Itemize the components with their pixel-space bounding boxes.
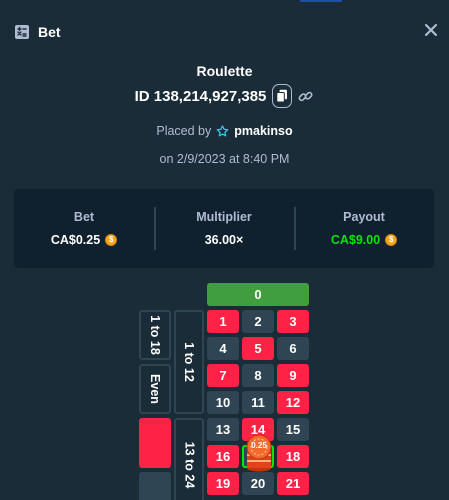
number-cell-11[interactable]: 11 [242,391,274,414]
number-cell-20[interactable]: 20 [242,472,274,495]
stat-payout: Payout CA$9.00 $ [294,189,434,268]
dozen-bet-13-to-24[interactable]: 13 to 24 [174,418,204,500]
number-cell-12[interactable]: 12 [277,391,309,414]
placed-by-label: Placed by [156,124,212,138]
number-cell-21[interactable]: 21 [277,472,309,495]
bet-amount: CA$0.25 $ [50,233,118,247]
modal-header: Bet [14,22,61,42]
number-cell-5[interactable]: 5 [242,337,274,360]
bet-amount-text: CA$0.25 [50,233,101,247]
number-cell-16[interactable]: 16 [207,445,239,468]
star-badge-icon [216,124,229,137]
bet-id: ID 138,214,927,385 [134,87,267,105]
modal-title: Bet [38,24,61,40]
copy-button[interactable] [272,84,293,108]
multiplier-label: Multiplier [196,210,252,224]
outside-bet-black[interactable] [139,472,171,500]
bet-date: on 2/9/2023 at 8:40 PM [159,152,290,166]
number-cell-6[interactable]: 6 [277,337,309,360]
number-cell-8[interactable]: 8 [242,364,274,387]
bet-label: Bet [73,210,95,224]
copy-icon [276,89,288,103]
top-accent-line [300,0,342,2]
currency-coin-icon: $ [105,234,118,246]
number-cell-0[interactable]: 0 [207,283,309,306]
number-cell-7[interactable]: 7 [207,364,239,387]
link-icon [298,91,313,101]
chip-value: 0.25 [251,441,267,450]
number-cell-15[interactable]: 15 [277,418,309,441]
dozen-bet-1-to-12[interactable]: 1 to 12 [174,310,204,414]
number-cell-1[interactable]: 1 [207,310,239,333]
placed-by-row: Placed by pmakinso [0,124,449,138]
share-link-button[interactable] [296,87,314,105]
dozen-bet-label: 1 to 12 [182,342,197,382]
bet-stats-panel: Bet CA$0.25 $ Multiplier 36.00× Payout C… [14,189,434,268]
number-cell-4[interactable]: 4 [207,337,239,360]
number-cell-3[interactable]: 3 [277,310,309,333]
username-link[interactable]: pmakinso [234,124,292,138]
number-cell-19[interactable]: 19 [207,472,239,495]
number-cell-13[interactable]: 13 [207,418,239,441]
outside-bet-label: 1 to 18 [148,315,163,355]
close-icon[interactable] [423,22,439,38]
outside-bet-label: Even [148,374,163,404]
number-cell-9[interactable]: 9 [277,364,309,387]
payout-amount: CA$9.00 $ [330,233,398,247]
currency-coin-icon: $ [385,234,398,246]
number-cell-2[interactable]: 2 [242,310,274,333]
payout-amount-text: CA$9.00 [330,233,381,247]
number-cell-10[interactable]: 10 [207,391,239,414]
stat-bet: Bet CA$0.25 $ [14,189,154,268]
dozen-bet-label: 13 to 24 [182,441,196,489]
outside-bet-1-to-18[interactable]: 1 to 18 [139,310,171,360]
stat-multiplier: Multiplier 36.00× [154,189,294,268]
bet-id-row: ID 138,214,927,385 [0,84,449,108]
number-cell-18[interactable]: 18 [277,445,309,468]
game-name: Roulette [196,63,253,79]
multiplier-value: 36.00× [204,233,244,247]
outside-bet-even[interactable]: Even [139,364,171,414]
outside-bet-red[interactable] [139,418,171,468]
payout-label: Payout [343,210,385,224]
number-cell-14[interactable]: 14 [242,418,274,441]
bet-slip-icon [15,25,29,39]
